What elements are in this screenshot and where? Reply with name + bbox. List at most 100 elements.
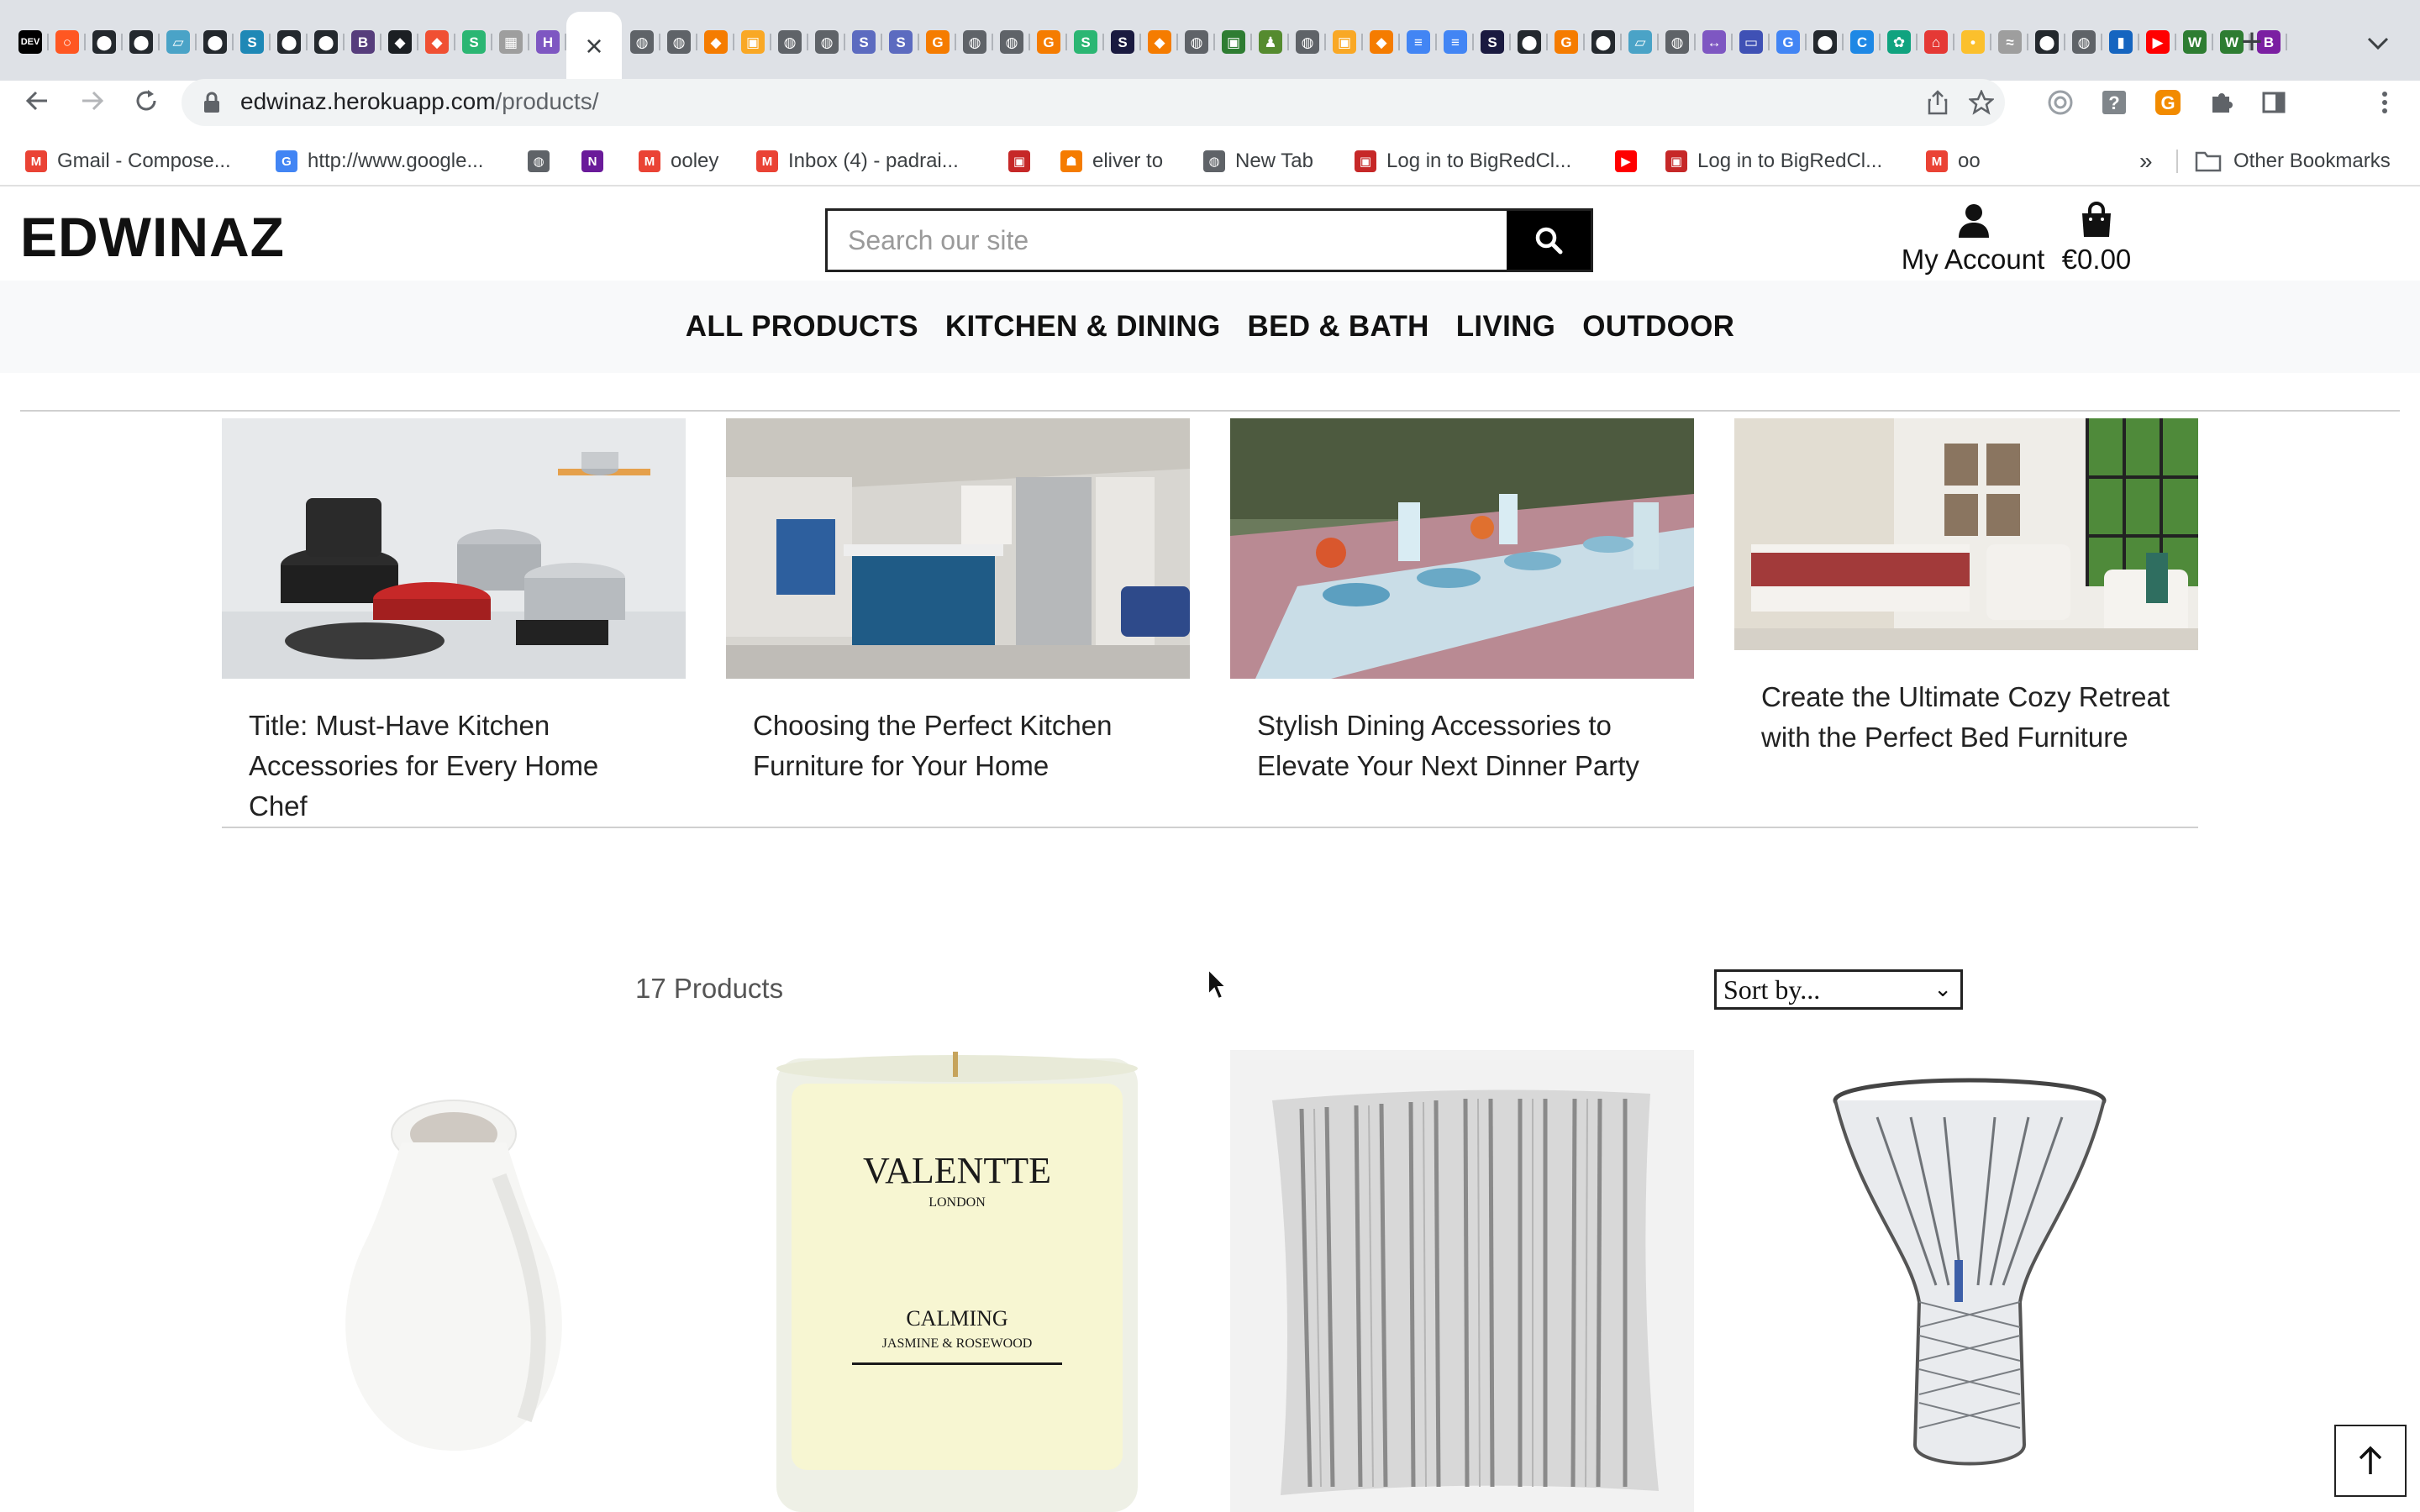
- browser-tab[interactable]: ▮: [2102, 24, 2139, 60]
- browser-tab[interactable]: ▦: [492, 24, 529, 60]
- sort-select[interactable]: Sort by... ⌄: [1714, 969, 1963, 1010]
- browser-tab[interactable]: S: [1104, 24, 1141, 60]
- blog-post-card[interactable]: Stylish Dining Accessories to Elevate Yo…: [1230, 418, 1694, 786]
- side-panel-icon[interactable]: [2257, 86, 2291, 119]
- browser-tab[interactable]: ⬤: [308, 24, 345, 60]
- bookmark-item[interactable]: ▣ Log in to BigRedCl...: [1665, 146, 1882, 176]
- browser-tab[interactable]: S: [1474, 24, 1511, 60]
- product-card[interactable]: VALENTTE LONDON CALMING JASMINE & ROSEWO…: [726, 1050, 1190, 1512]
- bookmark-item[interactable]: ◍ New Tab: [1203, 146, 1313, 176]
- browser-tab[interactable]: ▱: [160, 24, 197, 60]
- browser-tab[interactable]: ≡: [1437, 24, 1474, 60]
- my-account-link[interactable]: My Account: [1897, 200, 2049, 281]
- crystal-vase-image[interactable]: [1734, 1050, 2198, 1512]
- browser-tab[interactable]: ◆: [1141, 24, 1178, 60]
- nav-kitchen-dining[interactable]: KITCHEN & DINING: [945, 310, 1221, 344]
- close-tab-icon[interactable]: ×: [585, 29, 602, 64]
- browser-tab[interactable]: ≡: [1400, 24, 1437, 60]
- blog-post-title[interactable]: Title: Must-Have Kitchen Accessories for…: [222, 706, 686, 827]
- browser-tab[interactable]: ▣: [1215, 24, 1252, 60]
- bookmark-item[interactable]: ▣: [1008, 146, 1040, 176]
- browser-tab[interactable]: ◆: [697, 24, 734, 60]
- browser-tab[interactable]: ⬤: [1807, 24, 1844, 60]
- bookmarks-overflow-icon[interactable]: »: [2139, 146, 2153, 176]
- blog-post-title[interactable]: Stylish Dining Accessories to Elevate Yo…: [1230, 706, 1694, 786]
- browser-tab[interactable]: G: [919, 24, 956, 60]
- browser-tab[interactable]: ⬤: [2028, 24, 2065, 60]
- dining-table-image[interactable]: [1230, 418, 1694, 679]
- browser-tab[interactable]: B: [345, 24, 381, 60]
- other-bookmarks-folder[interactable]: Other Bookmarks: [2195, 146, 2391, 176]
- browser-tab[interactable]: ◍: [1659, 24, 1696, 60]
- tab-search-chevron-icon[interactable]: [2361, 27, 2395, 60]
- blog-post-card[interactable]: Choosing the Perfect Kitchen Furniture f…: [726, 418, 1190, 786]
- browser-tab[interactable]: ▣: [1326, 24, 1363, 60]
- bookmark-star-icon[interactable]: [1966, 87, 1996, 118]
- bookmark-item[interactable]: ▣ Log in to BigRedCl...: [1355, 146, 1571, 176]
- blog-post-title[interactable]: Choosing the Perfect Kitchen Furniture f…: [726, 706, 1190, 786]
- nav-all-products[interactable]: ALL PRODUCTS: [686, 310, 918, 344]
- browser-tab[interactable]: ◍: [623, 24, 660, 60]
- browser-tab[interactable]: G: [1770, 24, 1807, 60]
- bookmark-item[interactable]: N: [581, 146, 613, 176]
- blog-post-title[interactable]: Create the Ultimate Cozy Retreat with th…: [1734, 677, 2198, 758]
- browser-tab[interactable]: ◍: [1289, 24, 1326, 60]
- browser-tab[interactable]: ◍: [956, 24, 993, 60]
- browser-tab[interactable]: S: [845, 24, 882, 60]
- browser-tab[interactable]: ≈: [1991, 24, 2028, 60]
- browser-tab[interactable]: G: [1548, 24, 1585, 60]
- bookmark-item[interactable]: Moo: [1926, 146, 1981, 176]
- browser-tab[interactable]: ↔: [1696, 24, 1733, 60]
- browser-tab[interactable]: ✿: [1881, 24, 1918, 60]
- browser-tab[interactable]: ○: [49, 24, 86, 60]
- browser-tab[interactable]: W: [2176, 24, 2213, 60]
- browser-tab[interactable]: ⬤: [1585, 24, 1622, 60]
- lock-icon[interactable]: [202, 91, 222, 114]
- browser-tab[interactable]: ◆: [1363, 24, 1400, 60]
- browser-tab[interactable]: ▣: [734, 24, 771, 60]
- cookware-set-image[interactable]: [222, 418, 686, 679]
- browser-menu-icon[interactable]: [2368, 86, 2402, 119]
- browser-tab[interactable]: ▭: [1733, 24, 1770, 60]
- striped-cushion-image[interactable]: [1230, 1050, 1694, 1512]
- product-card[interactable]: [1230, 1050, 1694, 1512]
- browser-tab[interactable]: S: [882, 24, 919, 60]
- browser-tab[interactable]: S: [234, 24, 271, 60]
- browser-tab[interactable]: S: [1067, 24, 1104, 60]
- browser-tab[interactable]: ▱: [1622, 24, 1659, 60]
- blog-post-card[interactable]: Title: Must-Have Kitchen Accessories for…: [222, 418, 686, 827]
- browser-tab[interactable]: ♟: [1252, 24, 1289, 60]
- candle-image[interactable]: VALENTTE LONDON CALMING JASMINE & ROSEWO…: [726, 1050, 1190, 1512]
- active-tab[interactable]: ×: [566, 12, 622, 81]
- share-icon[interactable]: [1923, 87, 1953, 118]
- site-logo[interactable]: EDWINAZ: [20, 205, 285, 269]
- browser-tab[interactable]: •: [1954, 24, 1991, 60]
- browser-tab[interactable]: ◍: [1178, 24, 1215, 60]
- bookmark-item[interactable]: ◍: [528, 146, 560, 176]
- extension-help-icon[interactable]: ?: [2097, 86, 2131, 119]
- bedroom-image[interactable]: [1734, 418, 2198, 650]
- nav-living[interactable]: LIVING: [1456, 310, 1555, 344]
- extension-headphones-icon[interactable]: [2044, 86, 2077, 119]
- browser-tab[interactable]: C: [1844, 24, 1881, 60]
- extensions-puzzle-icon[interactable]: [2205, 86, 2238, 119]
- url-text[interactable]: edwinaz.herokuapp.com/products/: [240, 88, 598, 115]
- browser-tab[interactable]: ⬤: [271, 24, 308, 60]
- browser-tab[interactable]: ◍: [993, 24, 1030, 60]
- bookmark-item[interactable]: M Inbox (4) - padrai...: [756, 146, 959, 176]
- kitchen-island-image[interactable]: [726, 418, 1190, 679]
- bookmark-item[interactable]: Mooley: [639, 146, 718, 176]
- extension-g-icon[interactable]: G: [2151, 86, 2185, 119]
- back-icon[interactable]: [12, 81, 62, 121]
- blog-post-card[interactable]: Create the Ultimate Cozy Retreat with th…: [1734, 418, 2198, 758]
- product-card[interactable]: [1734, 1050, 2198, 1512]
- bookmark-item[interactable]: M Gmail - Compose...: [25, 146, 231, 176]
- nav-outdoor[interactable]: OUTDOOR: [1582, 310, 1734, 344]
- address-bar[interactable]: edwinaz.herokuapp.com/products/: [182, 79, 2005, 126]
- nav-bed-bath[interactable]: BED & BATH: [1248, 310, 1429, 344]
- browser-tab[interactable]: ◍: [660, 24, 697, 60]
- browser-tab[interactable]: ▶: [2139, 24, 2176, 60]
- product-card[interactable]: [222, 1050, 686, 1512]
- white-vase-image[interactable]: [222, 1050, 686, 1512]
- new-tab-icon[interactable]: +: [2233, 24, 2270, 60]
